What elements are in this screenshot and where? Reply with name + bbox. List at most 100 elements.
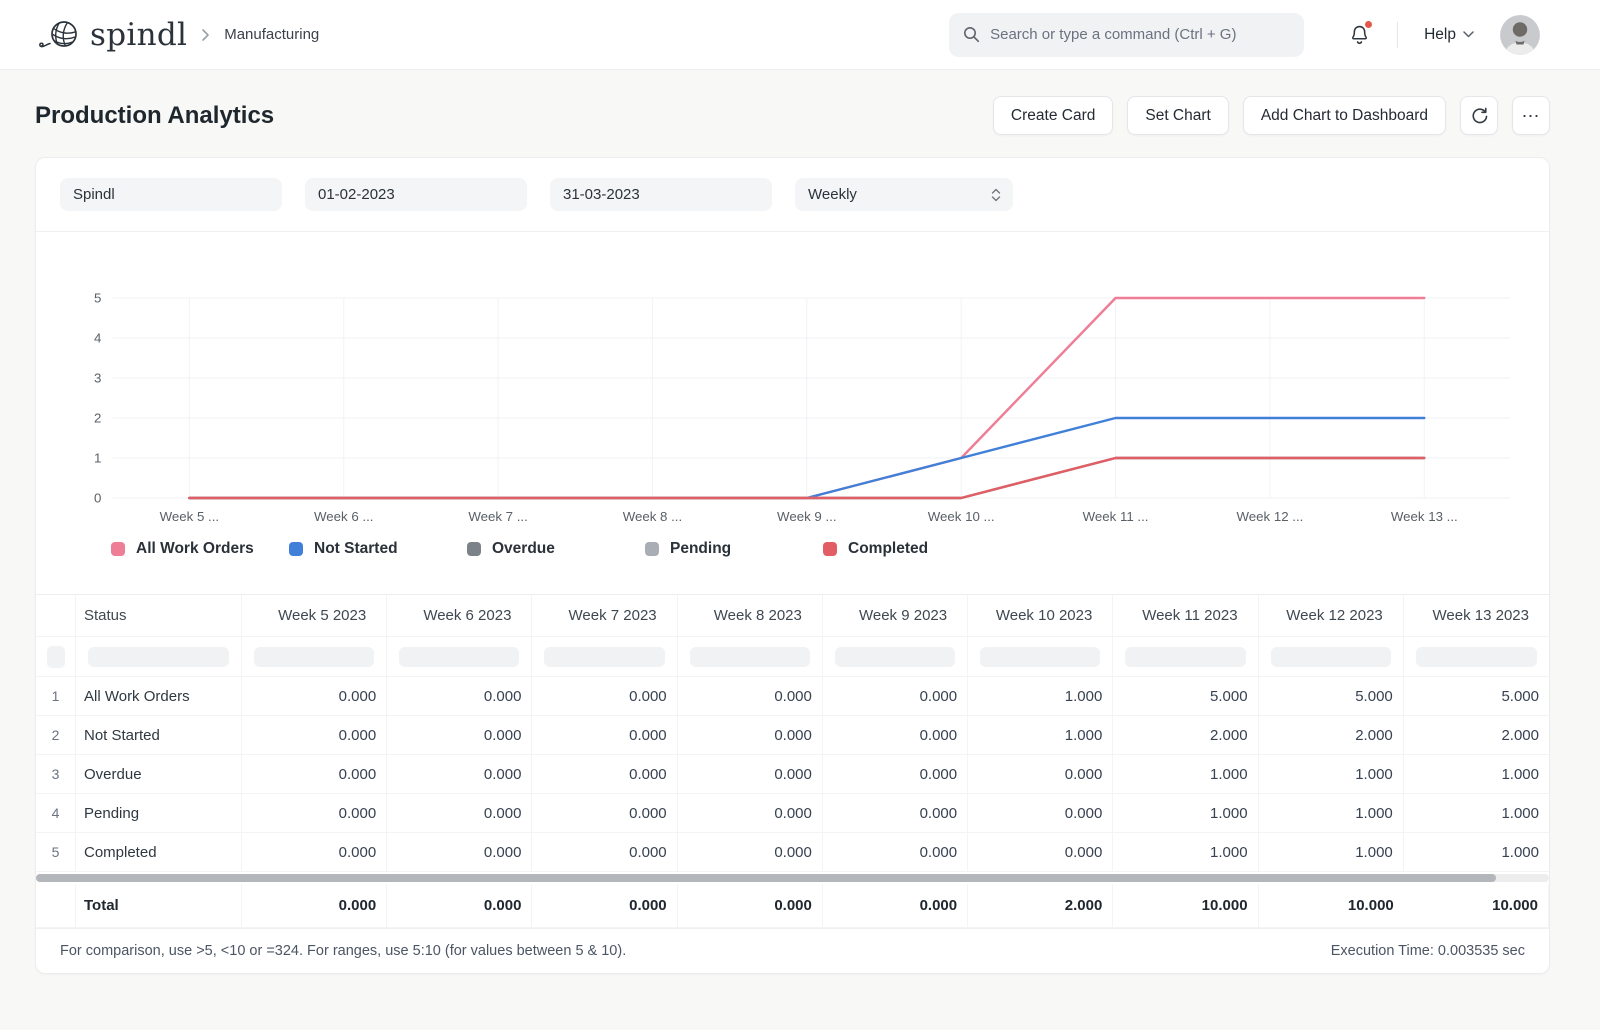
frequency-select[interactable]: Weekly — [795, 178, 1013, 211]
search-bar[interactable] — [949, 13, 1304, 57]
legend-marker — [823, 542, 837, 556]
value-cell: 1.000 — [1404, 833, 1549, 872]
x-axis-tick: Week 11 ... — [1083, 509, 1149, 524]
x-axis-tick: Week 8 ... — [623, 509, 683, 524]
spindl-logo-icon — [36, 19, 82, 51]
legend-label: All Work Orders — [136, 540, 254, 558]
page-title: Production Analytics — [35, 102, 274, 130]
column-filter-cell[interactable] — [387, 637, 532, 677]
column-filter-cell[interactable] — [678, 637, 823, 677]
refresh-button[interactable] — [1460, 96, 1498, 135]
value-cell: 0.000 — [678, 716, 823, 755]
more-options-button[interactable]: ⋯ — [1512, 96, 1550, 135]
value-cell: 0.000 — [387, 677, 532, 716]
search-icon — [963, 26, 980, 43]
help-menu[interactable]: Help — [1424, 26, 1474, 44]
value-cell: 0.000 — [532, 794, 677, 833]
add-chart-to-dashboard-button[interactable]: Add Chart to Dashboard — [1243, 96, 1446, 135]
frequency-value: Weekly — [808, 186, 857, 203]
corner-header-cell — [36, 595, 76, 637]
value-cell: 0.000 — [678, 677, 823, 716]
column-header: Week 5 2023 — [242, 595, 387, 637]
value-cell: 0.000 — [242, 716, 387, 755]
filter-input-skeleton — [1416, 647, 1537, 667]
column-filter-cell[interactable] — [242, 637, 387, 677]
row-number: 2 — [36, 716, 76, 755]
legend-label: Completed — [848, 540, 928, 558]
value-cell: 0.000 — [387, 716, 532, 755]
help-label: Help — [1424, 26, 1456, 44]
company-filter-input[interactable] — [60, 178, 282, 211]
legend-label: Not Started — [314, 540, 398, 558]
status-cell: Overdue — [76, 755, 242, 794]
total-label: Total — [76, 884, 242, 928]
value-cell: 0.000 — [678, 755, 823, 794]
column-filter-cell[interactable] — [1404, 637, 1549, 677]
value-cell: 0.000 — [968, 794, 1113, 833]
column-filter-cell[interactable] — [1259, 637, 1404, 677]
y-axis-tick: 1 — [94, 451, 101, 466]
results-table: StatusWeek 5 2023Week 6 2023Week 7 2023W… — [36, 594, 1549, 928]
select-chevrons-icon — [991, 188, 1001, 202]
column-header: Week 10 2023 — [968, 595, 1113, 637]
filter-input-skeleton — [835, 647, 955, 667]
filter-input-skeleton — [254, 647, 374, 667]
filter-input-skeleton — [399, 647, 519, 667]
to-date-input[interactable] — [550, 178, 772, 211]
value-cell: 1.000 — [968, 677, 1113, 716]
filter-input-skeleton — [980, 647, 1100, 667]
brand-name: spindl — [90, 17, 187, 53]
brand-logo[interactable]: spindl — [36, 17, 187, 53]
column-filter-cell[interactable] — [968, 637, 1113, 677]
column-filter-cell[interactable] — [1113, 637, 1258, 677]
chevron-down-icon — [1463, 31, 1474, 38]
status-cell: Completed — [76, 833, 242, 872]
avatar[interactable] — [1500, 15, 1540, 55]
value-cell: 0.000 — [823, 833, 968, 872]
value-cell: 0.000 — [823, 677, 968, 716]
total-value-cell: 0.000 — [532, 884, 677, 928]
value-cell: 0.000 — [532, 755, 677, 794]
notifications-button[interactable] — [1348, 23, 1371, 47]
total-value-cell: 10.000 — [1113, 884, 1258, 928]
column-filter-cell[interactable] — [823, 637, 968, 677]
legend-item-not-started[interactable]: Not Started — [289, 540, 467, 558]
refresh-icon — [1470, 106, 1489, 125]
value-cell: 0.000 — [387, 794, 532, 833]
notification-dot — [1365, 21, 1372, 28]
value-cell: 1.000 — [1113, 755, 1258, 794]
filter-input-skeleton — [690, 647, 810, 667]
chart-legend: All Work Orders Not Started Overdue Pend… — [111, 540, 1549, 558]
legend-item-pending[interactable]: Pending — [645, 540, 823, 558]
y-axis-tick: 5 — [94, 291, 101, 306]
horizontal-scrollbar — [36, 872, 1549, 884]
create-card-button[interactable]: Create Card — [993, 96, 1113, 135]
value-cell: 1.000 — [1259, 833, 1404, 872]
line-chart: 012345Week 5 ...Week 6 ...Week 7 ...Week… — [36, 232, 1549, 530]
from-date-input[interactable] — [305, 178, 527, 211]
legend-item-overdue[interactable]: Overdue — [467, 540, 645, 558]
x-axis-tick: Week 10 ... — [928, 509, 995, 524]
legend-label: Overdue — [492, 540, 555, 558]
legend-item-all-work-orders[interactable]: All Work Orders — [111, 540, 289, 558]
legend-item-completed[interactable]: Completed — [823, 540, 1001, 558]
column-filter-cell[interactable] — [532, 637, 677, 677]
filter-input-skeleton — [47, 646, 65, 668]
breadcrumb[interactable]: Manufacturing — [224, 26, 319, 43]
value-cell: 1.000 — [1404, 794, 1549, 833]
scrollbar-thumb[interactable] — [36, 874, 1496, 882]
row-filter-cell[interactable] — [36, 637, 76, 677]
filter-input-skeleton — [1271, 647, 1391, 667]
column-header: Week 8 2023 — [678, 595, 823, 637]
total-value-cell: 0.000 — [823, 884, 968, 928]
set-chart-button[interactable]: Set Chart — [1127, 96, 1228, 135]
value-cell: 1.000 — [968, 716, 1113, 755]
comparison-hint: For comparison, use >5, <10 or =324. For… — [60, 943, 626, 959]
total-row-corner — [36, 884, 76, 928]
x-axis-tick: Week 7 ... — [468, 509, 528, 524]
search-input[interactable] — [990, 26, 1290, 43]
status-cell: Not Started — [76, 716, 242, 755]
column-filter-cell[interactable] — [76, 637, 242, 677]
top-nav: spindl Manufacturing Help — [0, 0, 1600, 70]
value-cell: 0.000 — [387, 755, 532, 794]
